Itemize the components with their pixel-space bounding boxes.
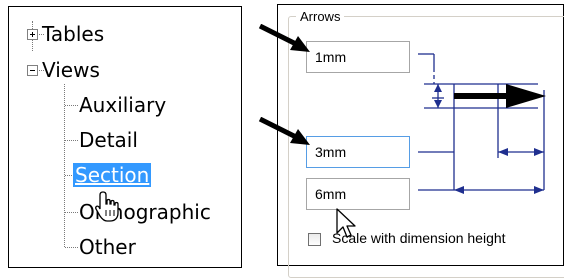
tree-connector xyxy=(65,247,78,248)
expand-plus-icon[interactable] xyxy=(27,29,38,40)
hand-pointer-cursor-icon xyxy=(95,191,119,222)
tree-item-section[interactable]: Section xyxy=(73,163,152,187)
tree-item-detail[interactable]: Detail xyxy=(79,128,138,152)
collapse-minus-icon[interactable] xyxy=(27,65,38,76)
arrow-dimension-diagram xyxy=(418,53,546,194)
tree-connector xyxy=(65,212,78,213)
arrows-group-title: Arrows xyxy=(296,9,345,24)
scale-with-dimension-height-checkbox[interactable] xyxy=(308,233,321,246)
tree-item-other[interactable]: Other xyxy=(79,235,136,259)
tree-view-panel: Tables Views Auxiliary Detail Section Or… xyxy=(8,6,242,268)
tree-connector xyxy=(65,105,78,106)
arrow-size-field-3[interactable]: 6mm xyxy=(306,178,410,210)
tree-connector xyxy=(65,140,78,141)
arrow-size-field-2[interactable]: 3mm xyxy=(306,136,410,168)
arrow-size-field-1[interactable]: 1mm xyxy=(306,41,410,73)
scale-with-dimension-height-label: Scale with dimension height xyxy=(332,230,506,246)
tree-connector xyxy=(64,84,65,247)
tree-item-views[interactable]: Views xyxy=(42,58,100,82)
arrow-cursor-icon xyxy=(336,208,356,238)
tree-item-auxiliary[interactable]: Auxiliary xyxy=(79,93,166,117)
tree-item-tables[interactable]: Tables xyxy=(42,22,104,46)
callout-arrow-icon xyxy=(258,117,310,145)
callout-arrow-icon xyxy=(258,24,310,52)
